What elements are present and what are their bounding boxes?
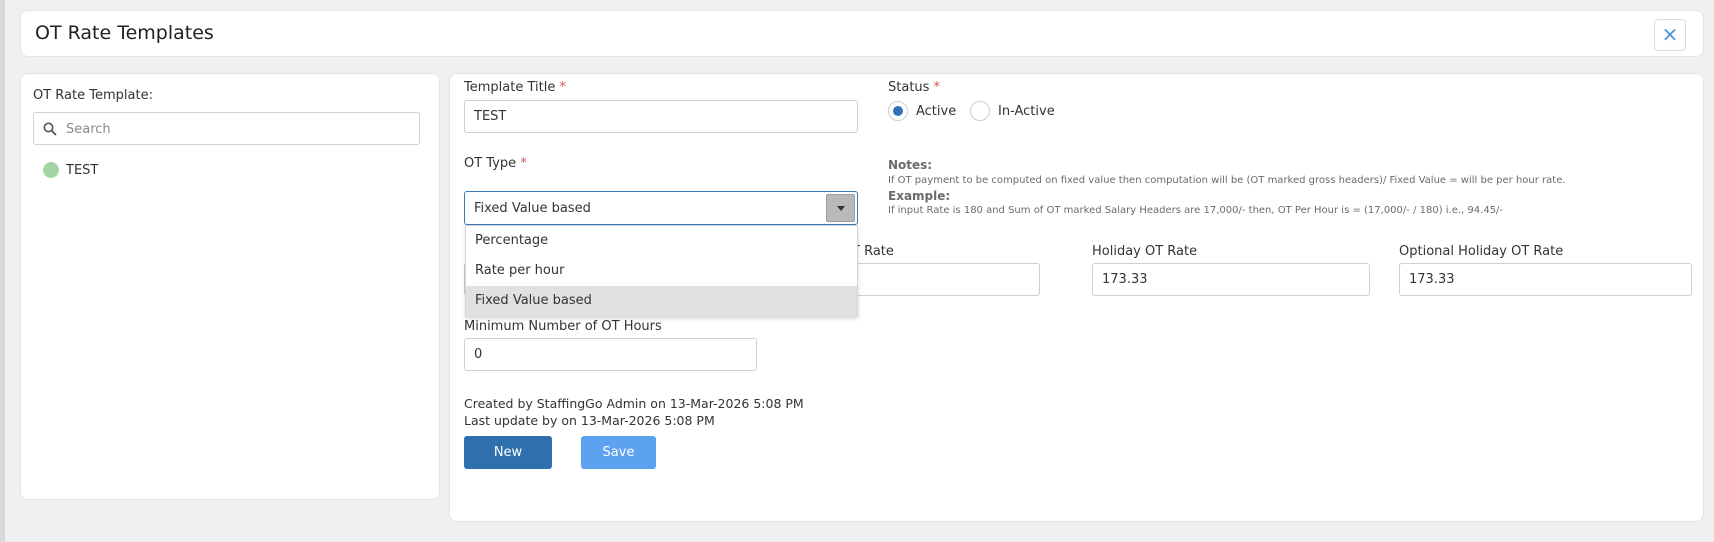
template-name: TEST bbox=[66, 162, 99, 178]
status-dot-icon bbox=[43, 162, 59, 178]
notes-text: If OT payment to be computed on fixed va… bbox=[888, 175, 1566, 186]
page-title: OT Rate Templates bbox=[35, 22, 214, 44]
chevron-down-icon[interactable] bbox=[826, 194, 855, 222]
ot-type-option-fixed-value[interactable]: Fixed Value based bbox=[466, 286, 857, 316]
updated-info: Last update by on 13-Mar-2026 5:08 PM bbox=[464, 413, 715, 428]
new-button[interactable]: New bbox=[464, 436, 552, 469]
status-label: Status * bbox=[888, 80, 941, 95]
ot-type-option-rate-per-hour[interactable]: Rate per hour bbox=[466, 256, 857, 286]
template-list-item[interactable]: TEST bbox=[43, 161, 98, 179]
ot-type-select[interactable]: Fixed Value based bbox=[464, 191, 858, 225]
radio-checked-icon bbox=[888, 101, 908, 121]
min-ot-hours-input[interactable]: 0 bbox=[464, 338, 757, 371]
page-header: OT Rate Templates × bbox=[20, 10, 1704, 57]
created-info: Created by StaffingGo Admin on 13-Mar-20… bbox=[464, 396, 804, 411]
template-form-panel: Template Title * TEST Status * Active In… bbox=[449, 73, 1704, 522]
optional-holiday-ot-rate-input[interactable]: 173.33 bbox=[1399, 263, 1692, 296]
template-title-label: Template Title * bbox=[464, 80, 566, 95]
status-active-radio[interactable]: Active bbox=[888, 101, 956, 121]
ot-type-dropdown: Percentage Rate per hour Fixed Value bas… bbox=[465, 225, 858, 317]
example-title: Example: bbox=[888, 189, 951, 203]
status-inactive-radio[interactable]: In-Active bbox=[970, 101, 1055, 121]
ot-type-label: OT Type * bbox=[464, 156, 527, 171]
optional-holiday-ot-rate-label: Optional Holiday OT Rate bbox=[1399, 244, 1564, 259]
notes-title: Notes: bbox=[888, 158, 933, 172]
save-button[interactable]: Save bbox=[581, 436, 656, 469]
template-title-input[interactable]: TEST bbox=[464, 100, 858, 133]
holiday-ot-rate-input[interactable]: 173.33 bbox=[1092, 263, 1370, 296]
template-list-panel: OT Rate Template: TEST bbox=[20, 73, 440, 500]
holiday-ot-rate-label: Holiday OT Rate bbox=[1092, 244, 1198, 259]
template-list-label: OT Rate Template: bbox=[33, 88, 153, 103]
close-icon[interactable]: × bbox=[1654, 19, 1686, 51]
search-input[interactable] bbox=[66, 119, 406, 139]
radio-unchecked-icon bbox=[970, 101, 990, 121]
search-box[interactable] bbox=[33, 112, 420, 145]
example-text: If input Rate is 180 and Sum of OT marke… bbox=[888, 205, 1504, 216]
ot-rate-label-partial: T Rate bbox=[852, 244, 894, 259]
min-ot-hours-label: Minimum Number of OT Hours bbox=[464, 319, 662, 334]
ot-type-option-percentage[interactable]: Percentage bbox=[466, 226, 857, 256]
search-icon bbox=[43, 122, 57, 136]
